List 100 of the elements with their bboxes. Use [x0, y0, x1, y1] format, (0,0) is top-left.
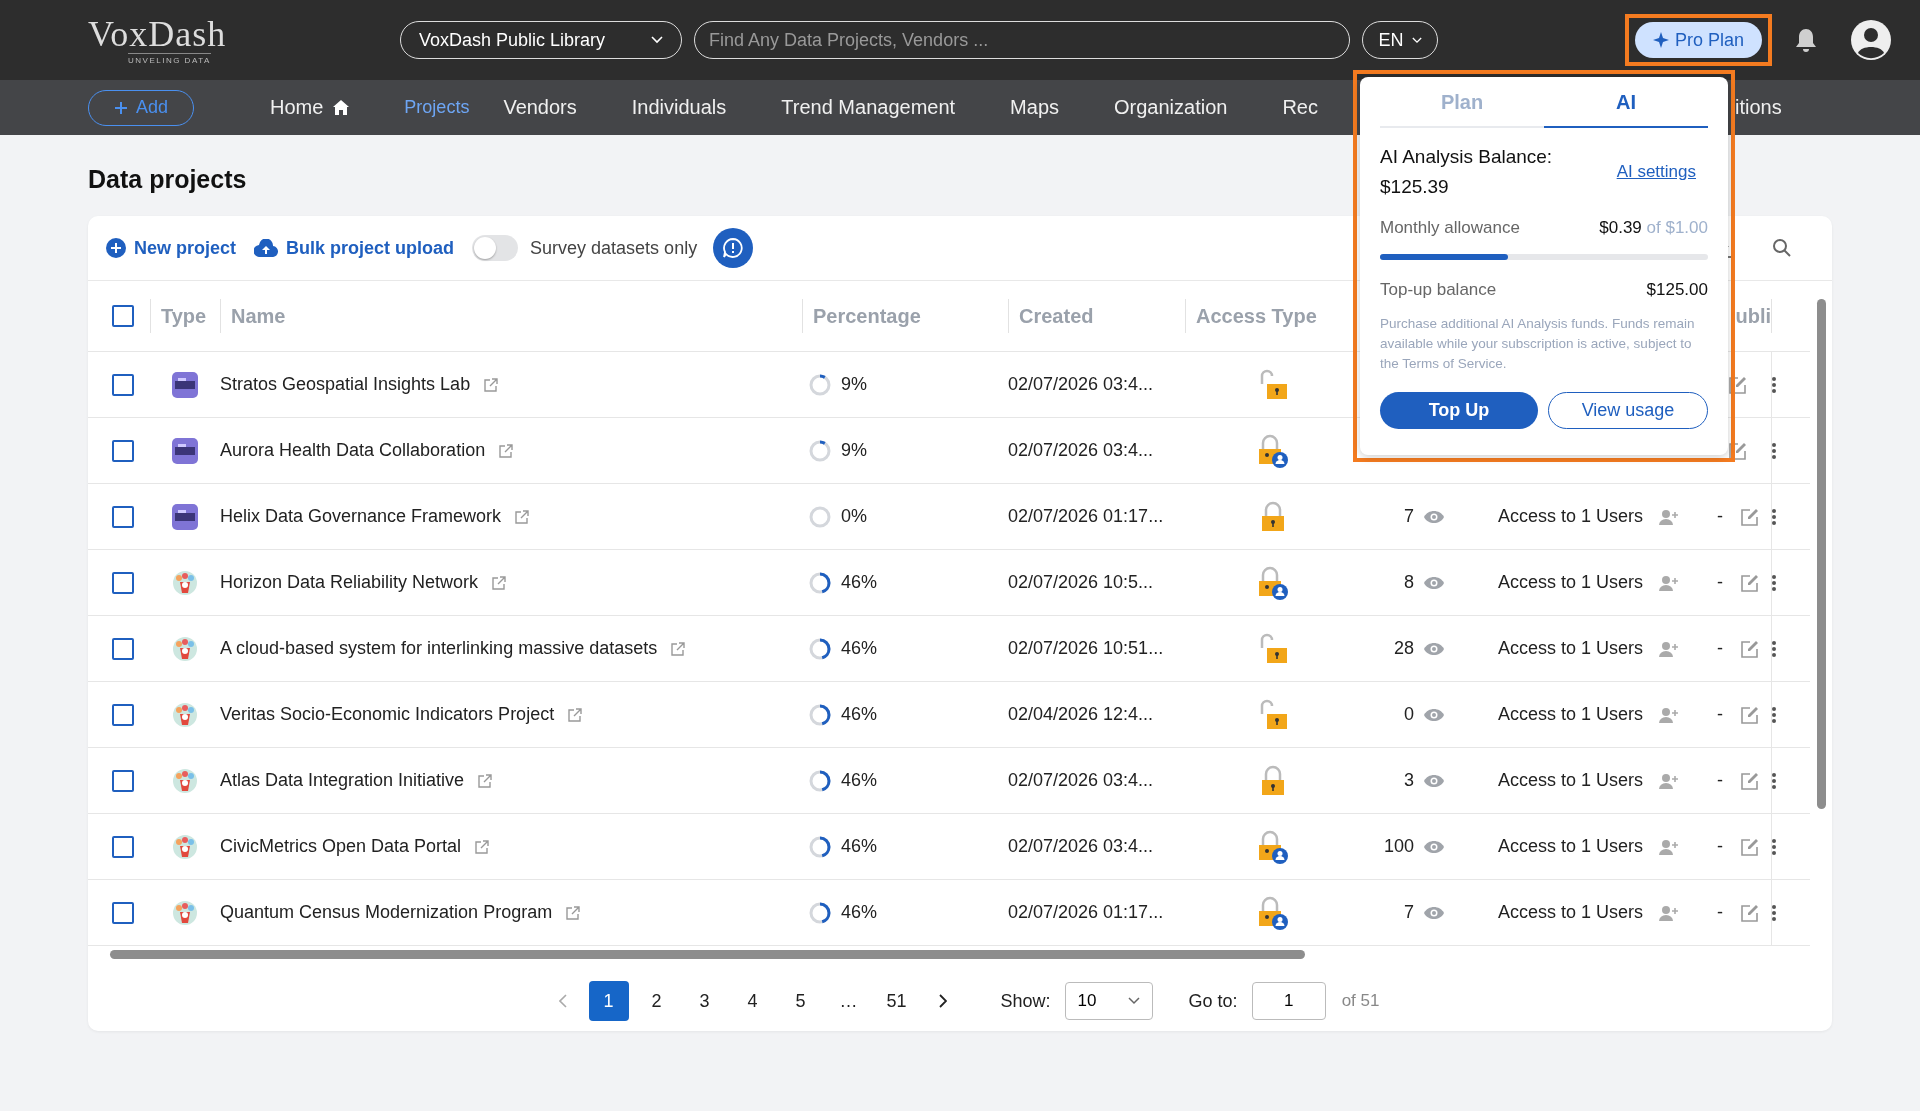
edit-icon[interactable]: [1741, 573, 1759, 592]
external-link-icon[interactable]: [566, 905, 581, 920]
access-users-text: Access to 1 Users: [1498, 836, 1644, 857]
popover-tab[interactable]: AI: [1544, 77, 1708, 128]
more-options-icon[interactable]: [1772, 376, 1776, 393]
row-checkbox[interactable]: [112, 901, 134, 924]
avatar-icon[interactable]: [1850, 19, 1892, 61]
globe-people-icon: [172, 899, 198, 926]
page-button[interactable]: 5: [780, 981, 821, 1021]
external-link-icon[interactable]: [499, 443, 514, 458]
project-name[interactable]: Atlas Data Integration Initiative: [220, 770, 465, 791]
new-project-link[interactable]: New project: [106, 237, 237, 259]
nav-tab[interactable]: Maps: [1010, 96, 1114, 119]
page-button[interactable]: 1: [588, 981, 629, 1021]
page-button[interactable]: 51: [876, 981, 917, 1021]
edit-icon[interactable]: [1741, 771, 1759, 790]
chat-alert-icon[interactable]: [713, 228, 754, 268]
external-link-icon[interactable]: [568, 707, 583, 722]
row-checkbox[interactable]: [112, 835, 134, 858]
dataset-thumbnail-icon: [172, 371, 198, 398]
previous-page-icon[interactable]: [558, 994, 567, 1008]
row-checkbox[interactable]: [112, 769, 134, 792]
row-checkbox[interactable]: [112, 373, 134, 396]
project-name[interactable]: Veritas Socio-Economic Indicators Project: [220, 704, 555, 725]
nav-tab[interactable]: Organization: [1114, 96, 1283, 119]
edit-icon[interactable]: [1741, 705, 1759, 724]
page-button[interactable]: 2: [636, 981, 677, 1021]
edit-icon[interactable]: [1741, 837, 1759, 856]
more-options-icon[interactable]: [1772, 442, 1776, 459]
add-user-icon[interactable]: [1659, 838, 1680, 855]
go-to-field[interactable]: 1: [1251, 982, 1326, 1020]
external-link-icon[interactable]: [478, 773, 493, 788]
publish-value: -: [1717, 836, 1723, 857]
nav-tab[interactable]: Vendors: [503, 96, 632, 119]
page-title: Data projects: [88, 165, 247, 194]
edit-icon[interactable]: [1729, 441, 1747, 460]
nav-tab[interactable]: itions: [1735, 96, 1782, 119]
created-date: 02/07/2026 01:17...: [1008, 902, 1164, 923]
more-options-icon[interactable]: [1772, 904, 1776, 921]
bell-icon[interactable]: [1794, 27, 1818, 53]
page-button[interactable]: 3: [684, 981, 725, 1021]
project-name[interactable]: Horizon Data Reliability Network: [220, 572, 479, 593]
project-name[interactable]: Aurora Health Data Collaboration: [220, 440, 486, 461]
select-all-checkbox[interactable]: [112, 305, 134, 327]
globe-people-icon: [172, 569, 198, 596]
column-header: Name: [231, 304, 286, 328]
project-name[interactable]: Helix Data Governance Framework: [220, 506, 502, 527]
ai-settings-link[interactable]: AI settings: [1616, 162, 1696, 182]
add-user-icon[interactable]: [1659, 772, 1680, 789]
row-checkbox[interactable]: [112, 439, 134, 462]
search-field[interactable]: Find Any Data Projects, Vendors ...: [694, 21, 1350, 59]
publish-value: -: [1717, 506, 1723, 527]
nav-tab[interactable]: Trend Management: [781, 96, 1011, 119]
more-options-icon[interactable]: [1772, 508, 1776, 525]
pro-plan-button[interactable]: Pro Plan: [1634, 22, 1762, 58]
more-options-icon[interactable]: [1772, 574, 1776, 591]
search-icon[interactable]: [1772, 238, 1792, 258]
project-name[interactable]: Stratos Geospatial Insights Lab: [220, 374, 471, 395]
bulk-upload-link[interactable]: Bulk project upload: [254, 237, 455, 259]
toggle-label: Survey datasets only: [530, 237, 698, 259]
row-checkbox[interactable]: [112, 637, 134, 660]
nav-tab[interactable]: Home: [270, 96, 405, 119]
more-options-icon[interactable]: [1772, 640, 1776, 657]
add-user-icon[interactable]: [1659, 706, 1680, 723]
page-size-select[interactable]: 10: [1064, 982, 1153, 1020]
external-link-icon[interactable]: [492, 575, 507, 590]
add-user-icon[interactable]: [1659, 904, 1680, 921]
add-user-icon[interactable]: [1659, 574, 1680, 591]
project-name[interactable]: Quantum Census Modernization Program: [220, 902, 553, 923]
more-options-icon[interactable]: [1772, 838, 1776, 855]
nav-tab[interactable]: Projects: [404, 96, 504, 119]
row-checkbox[interactable]: [112, 571, 134, 594]
more-options-icon[interactable]: [1772, 706, 1776, 723]
add-user-icon[interactable]: [1659, 508, 1680, 525]
row-checkbox[interactable]: [112, 505, 134, 528]
project-name[interactable]: CivicMetrics Open Data Portal: [220, 836, 462, 857]
external-link-icon[interactable]: [475, 839, 490, 854]
edit-icon[interactable]: [1741, 903, 1759, 922]
padlock-user-icon: [1256, 565, 1289, 600]
column-header: Percentage: [813, 304, 921, 328]
external-link-icon[interactable]: [484, 377, 499, 392]
page-button[interactable]: 4: [732, 981, 773, 1021]
more-options-icon[interactable]: [1772, 772, 1776, 789]
toggle-switch[interactable]: [472, 235, 519, 261]
external-link-icon[interactable]: [515, 509, 530, 524]
nav-tab[interactable]: Individuals: [631, 96, 782, 119]
logo-wordmark: VoxDash: [88, 15, 227, 53]
page-button[interactable]: …: [828, 981, 869, 1021]
go-to-label: Go to:: [1188, 990, 1238, 1012]
edit-icon[interactable]: [1741, 507, 1759, 526]
next-page-icon[interactable]: [938, 994, 947, 1008]
add-user-icon[interactable]: [1659, 640, 1680, 657]
project-name[interactable]: A cloud-based system for interlinking massive datasets: [220, 638, 658, 659]
view-count: 100: [1383, 836, 1414, 857]
top-up-button[interactable]: Top Up: [1380, 392, 1538, 429]
edit-icon[interactable]: [1741, 639, 1759, 658]
view-usage-button[interactable]: View usage: [1548, 392, 1708, 429]
edit-icon[interactable]: [1729, 375, 1747, 394]
external-link-icon[interactable]: [671, 641, 686, 656]
row-checkbox[interactable]: [112, 703, 134, 726]
